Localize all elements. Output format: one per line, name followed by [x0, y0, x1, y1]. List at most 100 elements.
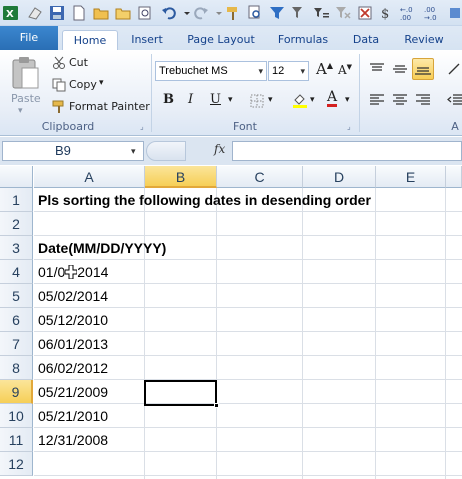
row-header-7[interactable]: 7	[0, 332, 33, 356]
cell-a4[interactable]: 01/0 2014	[34, 260, 144, 284]
align-left-icon[interactable]	[369, 94, 385, 106]
more-commands-icon[interactable]	[446, 4, 462, 22]
row-header-1[interactable]: 1	[0, 188, 33, 212]
column-header-b[interactable]: B	[145, 166, 217, 188]
column-header-partial[interactable]	[446, 166, 462, 188]
paste-dropdown-icon[interactable]: ▾	[18, 106, 23, 116]
row-header-3[interactable]: 3	[0, 236, 33, 260]
increase-decimal-icon[interactable]: ←.0.00	[400, 4, 418, 22]
clear-filter-icon[interactable]	[334, 4, 352, 22]
decrease-indent-icon[interactable]	[447, 94, 462, 106]
cell-a9[interactable]: 05/21/2009	[34, 380, 108, 404]
copy-dropdown-icon[interactable]: ▾	[99, 78, 104, 88]
row-header-6[interactable]: 6	[0, 308, 33, 332]
orientation-icon[interactable]	[447, 62, 462, 76]
cell-a6[interactable]: 05/12/2010	[34, 308, 108, 332]
column-header-a[interactable]: A	[34, 166, 145, 188]
grow-font-button[interactable]: A▲	[316, 60, 333, 78]
print-preview-icon[interactable]	[136, 4, 154, 22]
special-symbol-icon[interactable]: $	[378, 4, 396, 22]
select-all-button[interactable]	[0, 166, 33, 188]
row-header-8[interactable]: 8	[0, 356, 33, 380]
format-painter-button[interactable]: Format Painter	[69, 100, 150, 113]
insert-function-button[interactable]: fx	[214, 142, 225, 156]
borders-dropdown-icon[interactable]: ▾	[268, 95, 273, 105]
row-header-12[interactable]: 12	[0, 452, 33, 476]
excel-icon[interactable]: X	[2, 4, 20, 22]
align-middle-icon[interactable]	[392, 63, 408, 75]
font-name-dropdown-icon[interactable]: ▾	[258, 62, 263, 80]
column-header-c[interactable]: C	[217, 166, 303, 188]
tab-review[interactable]: Review	[398, 30, 450, 50]
cell-a10[interactable]: 05/21/2010	[34, 404, 108, 428]
font-size-dropdown-icon[interactable]: ▾	[300, 62, 305, 80]
font-dialog-launcher-icon[interactable]: ⌟	[347, 123, 355, 131]
row-header-2[interactable]: 2	[0, 212, 33, 236]
cut-button[interactable]: Cut	[69, 56, 88, 69]
folder-icon[interactable]	[114, 4, 132, 22]
underline-button[interactable]: U	[210, 92, 221, 107]
redo-dropdown-icon[interactable]	[210, 4, 222, 22]
italic-button[interactable]: I	[188, 92, 193, 107]
align-top-icon[interactable]	[369, 63, 385, 75]
borders-icon[interactable]	[250, 94, 264, 108]
undo-dropdown-icon[interactable]	[178, 4, 190, 22]
row-header-11[interactable]: 11	[0, 428, 33, 452]
decrease-decimal-icon[interactable]: .00 →.0	[424, 4, 442, 22]
filter-sort-icon[interactable]	[312, 4, 330, 22]
fill-color-icon[interactable]	[292, 92, 308, 108]
tab-home[interactable]: Home	[62, 30, 118, 50]
font-group-label: Font	[233, 120, 257, 133]
paste-button[interactable]: Paste	[11, 92, 41, 105]
column-header-d[interactable]: D	[303, 166, 376, 188]
magnifier-icon[interactable]	[246, 4, 264, 22]
align-center-icon[interactable]	[392, 94, 408, 106]
active-cell-b9[interactable]	[144, 380, 219, 408]
bold-button[interactable]: B	[163, 92, 174, 107]
font-color-dropdown-icon[interactable]: ▾	[345, 95, 350, 105]
filter-funnel-icon[interactable]	[290, 4, 308, 22]
eraser-icon[interactable]	[26, 4, 44, 22]
column-header-e[interactable]: E	[376, 166, 446, 188]
cell-a3[interactable]: Date(MM/DD/YYYY)	[34, 236, 166, 260]
new-document-icon[interactable]	[70, 4, 88, 22]
font-size-box[interactable]: 12 ▾	[268, 61, 309, 81]
name-box-dropdown-icon[interactable]: ▾	[131, 142, 136, 160]
save-icon[interactable]	[48, 4, 66, 22]
row-header-10[interactable]: 10	[0, 404, 33, 428]
name-box[interactable]: B9 ▾	[2, 141, 144, 161]
copy-button[interactable]: Copy	[69, 78, 97, 91]
clipboard-dialog-launcher-icon[interactable]: ⌟	[140, 123, 148, 131]
underline-dropdown-icon[interactable]: ▾	[228, 95, 233, 105]
redo-icon[interactable]	[192, 4, 210, 22]
fill-color-dropdown-icon[interactable]: ▾	[310, 95, 315, 105]
cell-a7[interactable]: 06/01/2013	[34, 332, 108, 356]
align-right-icon[interactable]	[415, 94, 431, 106]
open-folder-icon[interactable]	[92, 4, 110, 22]
tab-data[interactable]: Data	[346, 30, 386, 50]
paste-icon[interactable]	[10, 56, 40, 92]
filter-icon[interactable]	[268, 4, 286, 22]
fill-handle[interactable]	[214, 403, 219, 408]
row-header-4[interactable]: 4	[0, 260, 33, 284]
formula-input[interactable]	[232, 141, 462, 161]
align-bottom-button[interactable]	[412, 58, 434, 80]
row-header-5[interactable]: 5	[0, 284, 33, 308]
cell-a11[interactable]: 12/31/2008	[34, 428, 108, 452]
tab-formulas[interactable]: Formulas	[272, 30, 334, 50]
svg-text:←.0: ←.0	[400, 6, 413, 14]
cell-a1[interactable]: Pls sorting the following dates in desen…	[34, 188, 371, 212]
font-name-box[interactable]: Trebuchet MS ▾	[155, 61, 267, 81]
tab-file[interactable]: File	[0, 26, 58, 50]
font-color-button[interactable]: A	[327, 90, 338, 107]
undo-icon[interactable]	[160, 4, 178, 22]
row-header-9[interactable]: 9	[0, 380, 33, 404]
cell-a5[interactable]: 05/02/2014	[34, 284, 108, 308]
tab-insert[interactable]: Insert	[124, 30, 170, 50]
format-brush-icon[interactable]	[224, 4, 242, 22]
remove-duplicates-icon[interactable]	[356, 4, 374, 22]
formula-bar-resizer[interactable]	[146, 141, 186, 161]
tab-page-layout[interactable]: Page Layout	[182, 30, 260, 50]
shrink-font-button[interactable]: A▼	[338, 63, 352, 77]
cell-a8[interactable]: 06/02/2012	[34, 356, 108, 380]
